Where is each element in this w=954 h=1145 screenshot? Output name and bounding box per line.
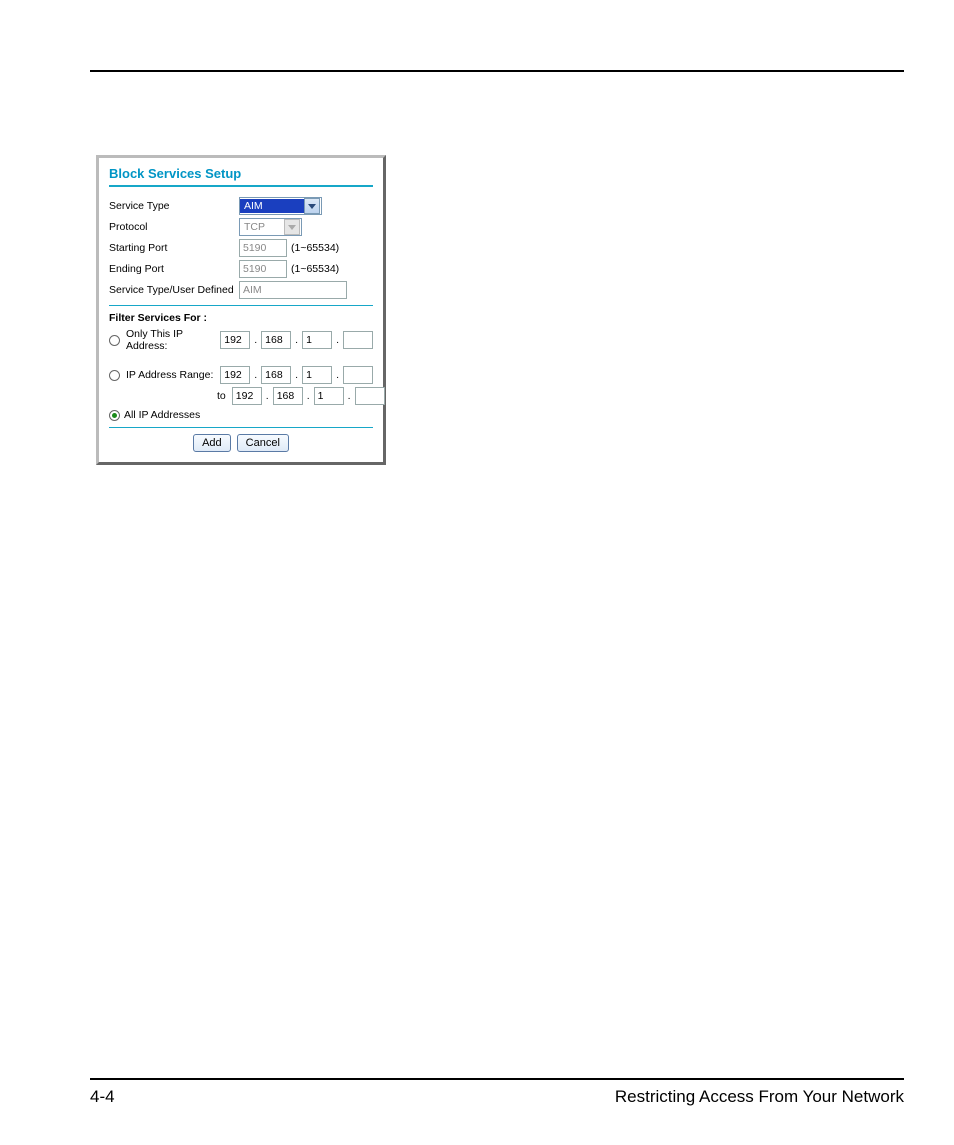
range-to-c[interactable]: [314, 387, 344, 405]
service-type-value: AIM: [240, 199, 304, 213]
range-from-c[interactable]: [302, 366, 332, 384]
dot: .: [254, 369, 257, 381]
only-ip-row: Only This IP Address: . . .: [109, 328, 373, 352]
only-ip-a[interactable]: [220, 331, 250, 349]
only-ip-radio[interactable]: [109, 335, 120, 346]
ending-port-label: Ending Port: [109, 263, 239, 275]
range-to-label: to: [217, 390, 226, 402]
service-type-select[interactable]: AIM: [239, 197, 322, 215]
only-ip-d[interactable]: [343, 331, 373, 349]
spacer: [109, 355, 373, 363]
dot: .: [336, 334, 339, 346]
user-defined-input[interactable]: [239, 281, 347, 299]
range-from-row: IP Address Range: . . .: [109, 366, 373, 384]
dot: .: [266, 390, 269, 402]
dot: .: [348, 390, 351, 402]
range-to-a[interactable]: [232, 387, 262, 405]
page-footer: 4-4 Restricting Access From Your Network: [90, 1087, 904, 1107]
filter-heading: Filter Services For :: [109, 312, 373, 324]
range-label: IP Address Range:: [126, 369, 216, 381]
user-defined-label: Service Type/User Defined: [109, 284, 239, 296]
protocol-value: TCP: [240, 220, 284, 234]
divider: [109, 185, 373, 187]
divider: [109, 305, 373, 306]
range-from-d[interactable]: [343, 366, 373, 384]
dot: .: [295, 369, 298, 381]
service-type-row: Service Type AIM: [109, 197, 373, 215]
dot: .: [254, 334, 257, 346]
dot: .: [336, 369, 339, 381]
ending-port-hint: (1~65534): [291, 263, 339, 275]
range-to-d[interactable]: [355, 387, 385, 405]
all-ip-label: All IP Addresses: [124, 409, 200, 421]
range-radio[interactable]: [109, 370, 120, 381]
protocol-row: Protocol TCP: [109, 218, 373, 236]
dot: .: [295, 334, 298, 346]
protocol-select: TCP: [239, 218, 302, 236]
all-ip-radio[interactable]: [109, 410, 120, 421]
button-row: Add Cancel: [109, 434, 373, 452]
range-to-row: to . . .: [217, 387, 373, 405]
bottom-rule: [90, 1078, 904, 1080]
chevron-down-icon: [284, 219, 300, 235]
starting-port-row: Starting Port (1~65534): [109, 239, 373, 257]
service-type-label: Service Type: [109, 200, 239, 212]
top-rule: [90, 70, 904, 72]
divider: [109, 427, 373, 428]
panel-title: Block Services Setup: [109, 166, 373, 181]
only-ip-b[interactable]: [261, 331, 291, 349]
starting-port-label: Starting Port: [109, 242, 239, 254]
ending-port-input[interactable]: [239, 260, 287, 278]
add-button[interactable]: Add: [193, 434, 231, 452]
all-ip-row: All IP Addresses: [109, 409, 373, 421]
range-from-b[interactable]: [261, 366, 291, 384]
range-from-a[interactable]: [220, 366, 250, 384]
page-number: 4-4: [90, 1087, 115, 1107]
starting-port-hint: (1~65534): [291, 242, 339, 254]
section-title: Restricting Access From Your Network: [615, 1087, 904, 1107]
block-services-panel: Block Services Setup Service Type AIM Pr…: [96, 155, 386, 465]
ending-port-row: Ending Port (1~65534): [109, 260, 373, 278]
dot: .: [307, 390, 310, 402]
cancel-button[interactable]: Cancel: [237, 434, 289, 452]
only-ip-label: Only This IP Address:: [126, 328, 216, 352]
protocol-label: Protocol: [109, 221, 239, 233]
starting-port-input[interactable]: [239, 239, 287, 257]
chevron-down-icon: [304, 198, 320, 214]
user-defined-row: Service Type/User Defined: [109, 281, 373, 299]
only-ip-c[interactable]: [302, 331, 332, 349]
range-to-b[interactable]: [273, 387, 303, 405]
